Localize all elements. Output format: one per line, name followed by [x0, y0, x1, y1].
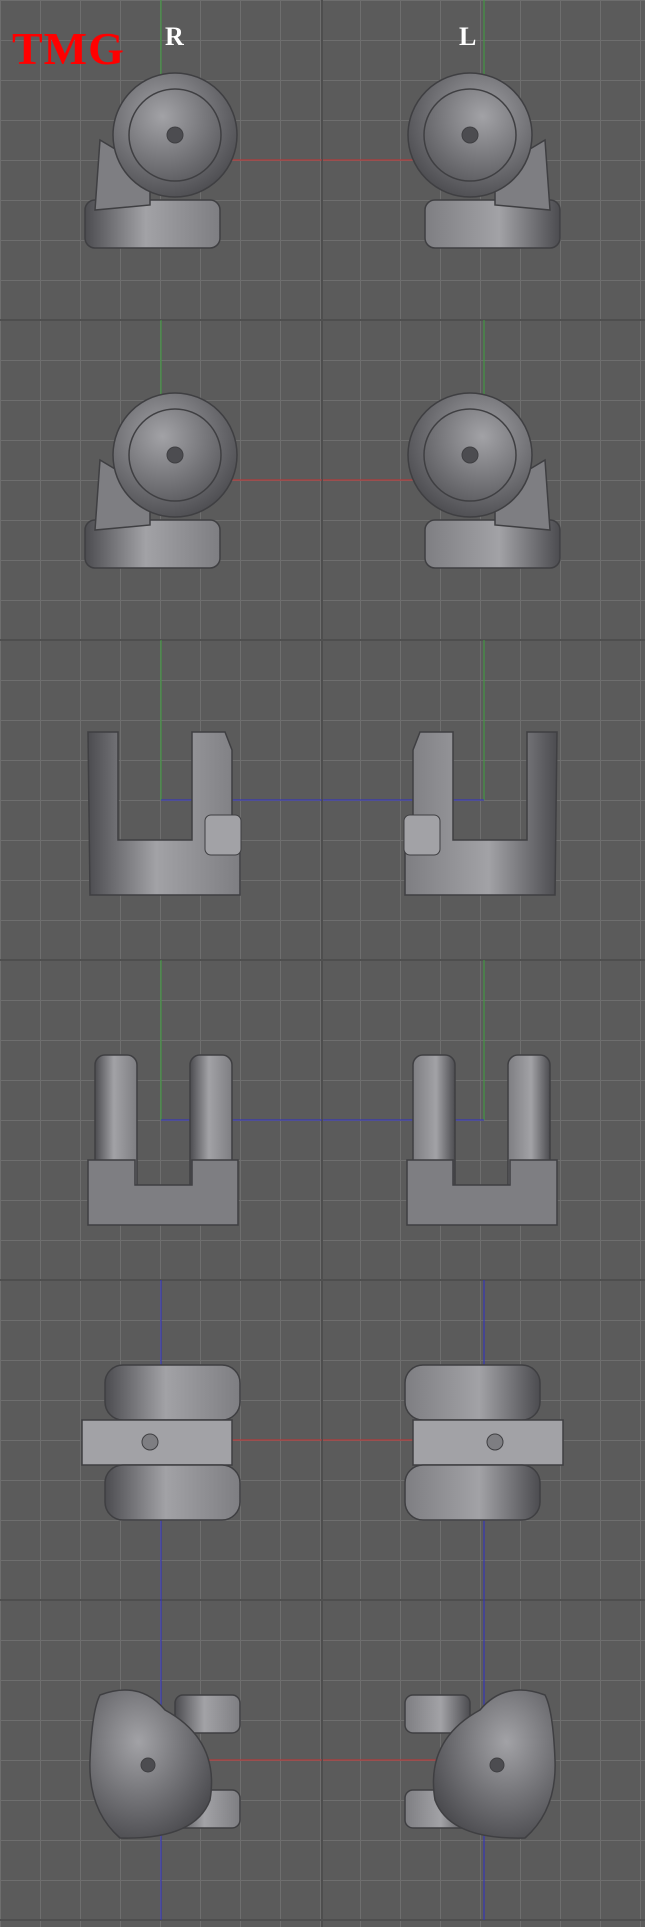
part-render [323, 1280, 564, 1600]
part-top-disc [104, 1364, 241, 1421]
part-group [89, 1689, 241, 1839]
scanned-part [406, 1054, 558, 1226]
side-view-b-right-part [0, 1600, 322, 1920]
part-render [323, 320, 561, 569]
part-hole [140, 1757, 156, 1773]
part-group [87, 731, 242, 896]
part-group [407, 72, 561, 249]
part-base-block [87, 1159, 239, 1226]
part-base-block [406, 1159, 558, 1226]
part-wheel-hub [461, 126, 479, 144]
scanned-part [407, 72, 561, 249]
scanned-part [84, 392, 238, 569]
part-pin [141, 1433, 159, 1451]
part-group [81, 1364, 241, 1521]
part-top-disc [404, 1364, 541, 1421]
part-render [87, 960, 322, 1226]
part-group [404, 1364, 564, 1521]
scanned-part [87, 731, 242, 896]
part-render [323, 640, 558, 896]
top-view-left-part [323, 640, 645, 960]
part-wheel-hub [166, 126, 184, 144]
bottom-view-right-part [0, 960, 322, 1280]
part-group [403, 731, 558, 896]
part-group [404, 1689, 556, 1839]
part-group [87, 1054, 239, 1226]
scanned-part [404, 1364, 564, 1521]
part-hole [489, 1757, 505, 1773]
scanned-part [81, 1364, 241, 1521]
part-render [323, 0, 561, 249]
bottom-view-left-part [323, 960, 645, 1280]
top-view-right-part [0, 640, 322, 960]
back-view-row [0, 320, 645, 640]
part-group [84, 392, 238, 569]
scanned-part [89, 1689, 241, 1839]
top-view-row [0, 640, 645, 960]
part-render [84, 320, 322, 569]
part-u-bracket [404, 731, 558, 896]
part-render [81, 1280, 322, 1600]
part-render [323, 1600, 556, 1920]
side-view-a-right-part [0, 1280, 322, 1600]
part-wheel-hub [166, 446, 184, 464]
part-group [407, 392, 561, 569]
part-group [406, 1054, 558, 1226]
part-wheel-hub [461, 446, 479, 464]
front-view-right-part [0, 0, 322, 320]
part-bottom-disc [404, 1464, 541, 1521]
side-view-b-row [0, 1600, 645, 1920]
front-view-row [0, 0, 645, 320]
scanned-part [403, 731, 558, 896]
bottom-view-row [0, 960, 645, 1280]
front-view-left-part [323, 0, 645, 320]
scanned-part [87, 1054, 239, 1226]
side-view-a-row [0, 1280, 645, 1600]
part-step-block [403, 814, 441, 856]
side-view-b-left-part [323, 1600, 645, 1920]
back-view-right-part [0, 320, 322, 640]
scanned-part [407, 392, 561, 569]
part-bottom-disc [104, 1464, 241, 1521]
scanned-part [404, 1689, 556, 1839]
part-render [323, 960, 558, 1226]
part-pin [486, 1433, 504, 1451]
part-u-bracket [87, 731, 241, 896]
part-render [84, 0, 322, 249]
part-render [89, 1600, 322, 1920]
part-render [87, 640, 322, 896]
part-group [84, 72, 238, 249]
side-view-a-left-part [323, 1280, 645, 1600]
scanned-part [84, 72, 238, 249]
back-view-left-part [323, 320, 645, 640]
part-step-block [204, 814, 242, 856]
